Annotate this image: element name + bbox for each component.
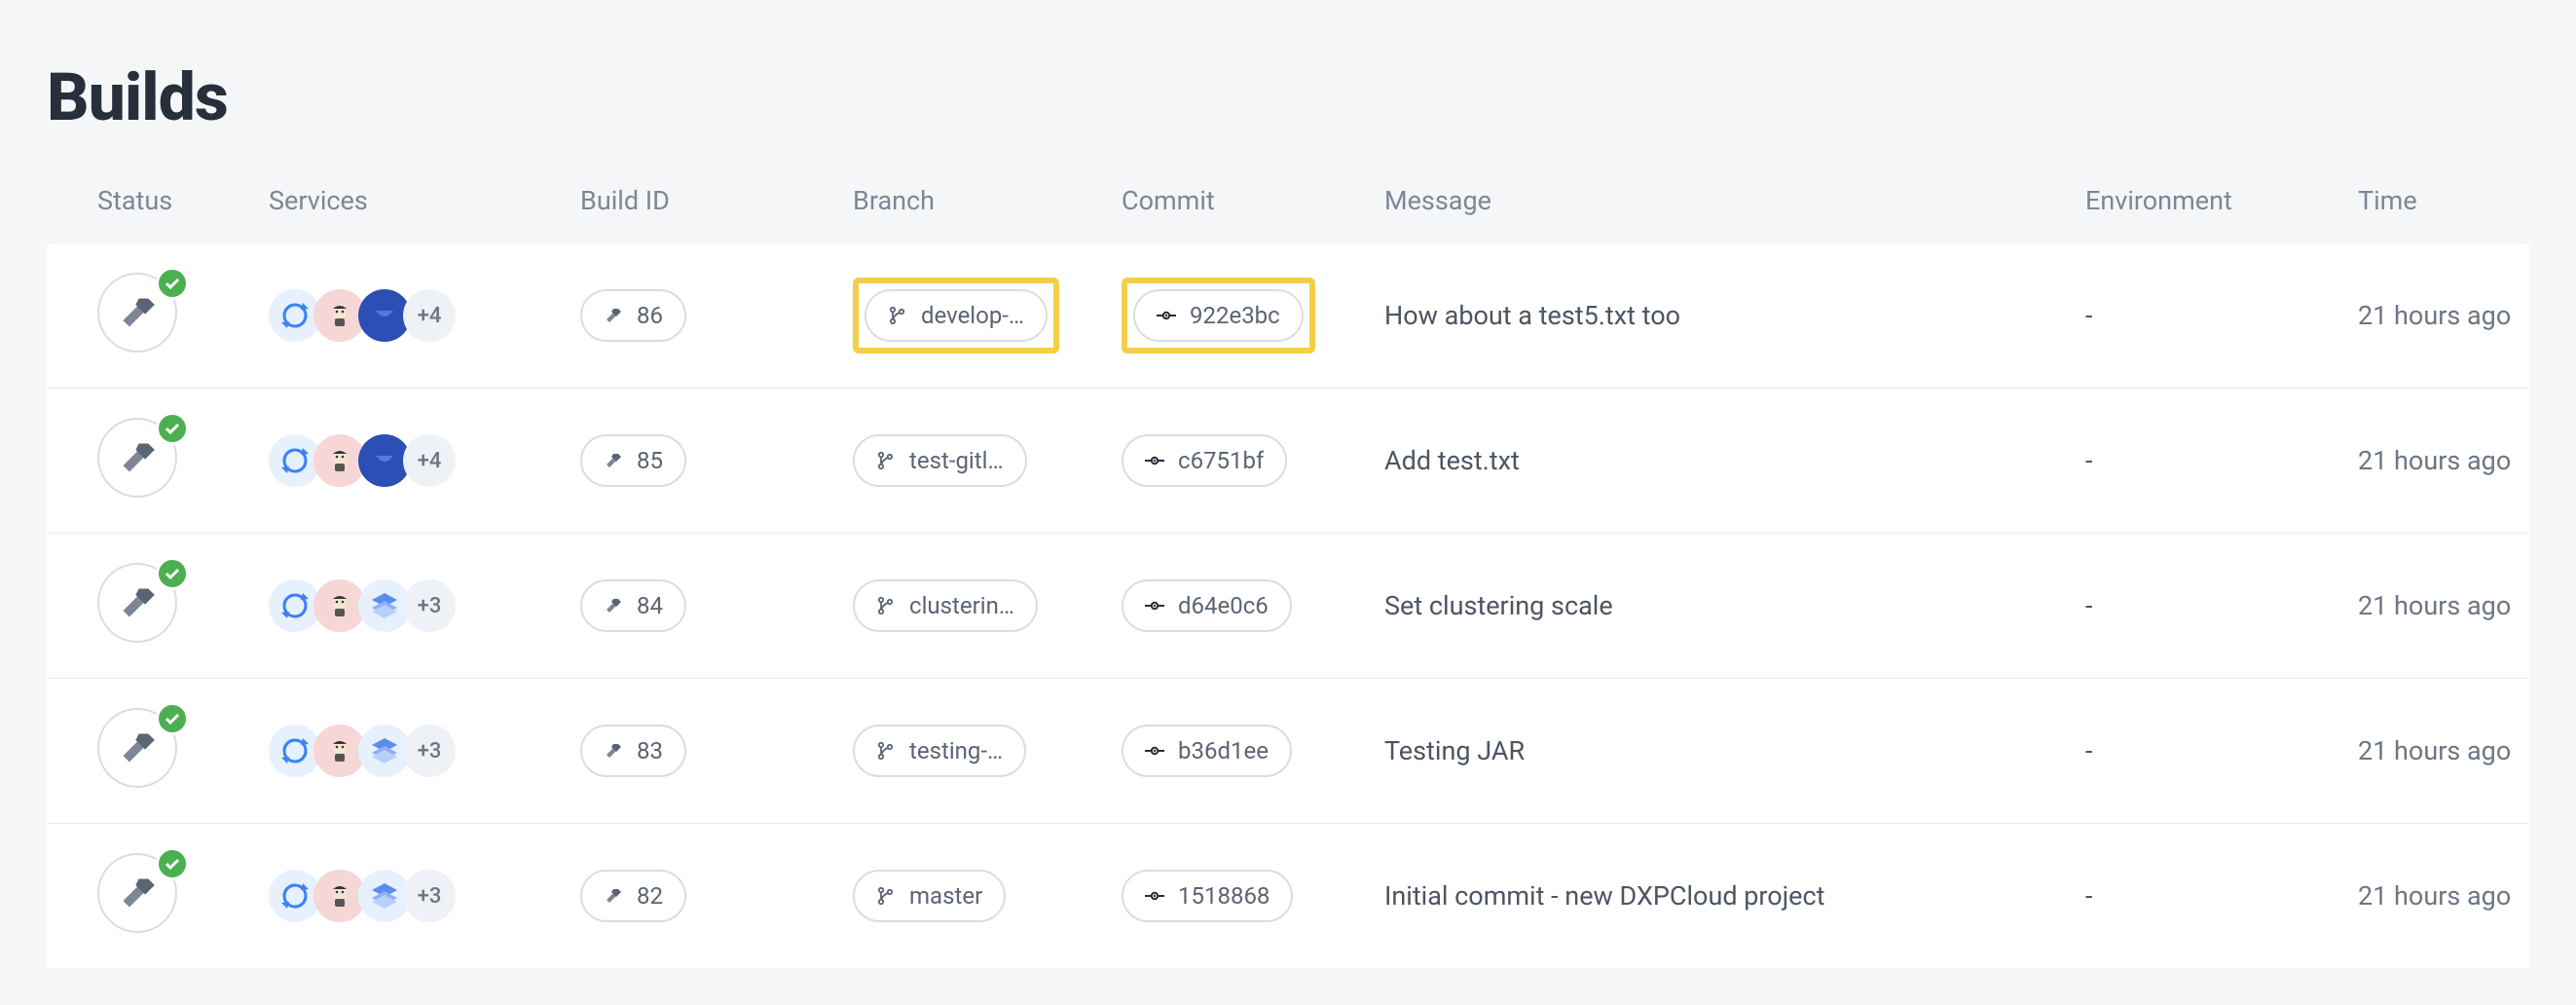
- branch-pill[interactable]: master: [853, 870, 1006, 922]
- table-row[interactable]: +3 84 clusterin… d64e0c6 Set clustering …: [47, 534, 2529, 679]
- hammer-icon: [604, 451, 623, 470]
- col-commit: Commit: [1122, 185, 1384, 216]
- status-success-icon: [156, 267, 189, 300]
- build-id-value: 86: [637, 302, 663, 329]
- commit-icon: [1145, 596, 1164, 615]
- col-message: Message: [1384, 185, 2085, 216]
- table-header-row: Status Services Build ID Branch Commit M…: [47, 185, 2529, 243]
- environment-value: -: [2085, 590, 2358, 621]
- services-more-count[interactable]: +4: [403, 434, 456, 487]
- commit-icon: [1145, 886, 1164, 906]
- services-stack[interactable]: +3: [269, 870, 580, 922]
- build-id-value: 82: [637, 882, 663, 910]
- branch-name: clusterin…: [909, 592, 1014, 619]
- commit-message: Testing JAR: [1384, 735, 2085, 766]
- environment-value: -: [2085, 300, 2358, 331]
- commit-icon: [1145, 741, 1164, 761]
- services-stack[interactable]: +4: [269, 434, 580, 487]
- build-id-pill[interactable]: 82: [580, 870, 686, 922]
- branch-pill[interactable]: clusterin…: [853, 579, 1038, 632]
- services-more-count[interactable]: +3: [403, 870, 456, 922]
- branch-icon: [876, 886, 896, 906]
- hammer-icon: [604, 741, 623, 761]
- hammer-icon: [604, 306, 623, 325]
- hammer-icon: [604, 596, 623, 615]
- time-value: 21 hours ago: [2358, 590, 2576, 621]
- time-value: 21 hours ago: [2358, 880, 2576, 912]
- col-services: Services: [269, 185, 580, 216]
- build-id-pill[interactable]: 83: [580, 725, 686, 777]
- branch-highlight: develop-…: [853, 278, 1059, 354]
- build-id-value: 83: [637, 737, 663, 764]
- build-id-pill[interactable]: 86: [580, 289, 686, 342]
- commit-pill[interactable]: b36d1ee: [1122, 725, 1292, 777]
- status-cell: [97, 273, 183, 358]
- environment-value: -: [2085, 880, 2358, 912]
- environment-value: -: [2085, 735, 2358, 766]
- time-value: 21 hours ago: [2358, 735, 2576, 766]
- branch-icon: [876, 451, 896, 470]
- branch-name: testing-…: [909, 737, 1003, 764]
- services-more-count[interactable]: +3: [403, 579, 456, 632]
- branch-icon: [876, 741, 896, 761]
- build-id-pill[interactable]: 85: [580, 434, 686, 487]
- commit-hash: d64e0c6: [1178, 592, 1269, 619]
- commit-message: Add test.txt: [1384, 445, 2085, 476]
- commit-pill[interactable]: 1518868: [1122, 870, 1293, 922]
- commit-hash: 1518868: [1178, 882, 1270, 910]
- build-id-pill[interactable]: 84: [580, 579, 686, 632]
- branch-pill[interactable]: testing-…: [853, 725, 1026, 777]
- status-cell: [97, 563, 183, 649]
- commit-pill[interactable]: 922e3bc: [1133, 289, 1304, 342]
- status-cell: [97, 708, 183, 794]
- branch-name: master: [909, 882, 982, 910]
- status-cell: [97, 418, 183, 503]
- status-success-icon: [156, 702, 189, 735]
- time-value: 21 hours ago: [2358, 300, 2576, 331]
- services-more-count[interactable]: +4: [403, 289, 456, 342]
- commit-hash: c6751bf: [1178, 447, 1264, 474]
- commit-icon: [1157, 306, 1176, 325]
- status-success-icon: [156, 557, 189, 590]
- branch-pill[interactable]: develop-…: [865, 289, 1048, 342]
- build-id-value: 84: [637, 592, 663, 619]
- time-value: 21 hours ago: [2358, 445, 2576, 476]
- commit-hash: 922e3bc: [1190, 302, 1280, 329]
- status-success-icon: [156, 847, 189, 880]
- status-cell: [97, 853, 183, 939]
- commit-message: Set clustering scale: [1384, 590, 2085, 621]
- build-id-value: 85: [637, 447, 663, 474]
- services-stack[interactable]: +3: [269, 579, 580, 632]
- page-title: Builds: [47, 58, 2529, 136]
- col-time: Time: [2358, 185, 2576, 216]
- branch-name: develop-…: [921, 302, 1024, 329]
- col-status: Status: [97, 185, 269, 216]
- branch-icon: [876, 596, 896, 615]
- commit-message: Initial commit - new DXPCloud project: [1384, 880, 2085, 912]
- services-stack[interactable]: +3: [269, 725, 580, 777]
- table-row[interactable]: +3 83 testing-… b36d1ee Testing JAR-21 h…: [47, 679, 2529, 824]
- table-row[interactable]: +4 85 test-gitl… c6751bf Add test.txt-21…: [47, 389, 2529, 534]
- commit-pill[interactable]: c6751bf: [1122, 434, 1287, 487]
- col-environment: Environment: [2085, 185, 2358, 216]
- services-stack[interactable]: +4: [269, 289, 580, 342]
- table-row[interactable]: +3 82 master 1518868 Initial commit - ne…: [47, 824, 2529, 968]
- col-branch: Branch: [853, 185, 1122, 216]
- col-build-id: Build ID: [580, 185, 853, 216]
- commit-highlight: 922e3bc: [1122, 278, 1315, 354]
- branch-icon: [888, 306, 907, 325]
- services-more-count[interactable]: +3: [403, 725, 456, 777]
- branch-pill[interactable]: test-gitl…: [853, 434, 1027, 487]
- status-success-icon: [156, 412, 189, 445]
- builds-table: +4 86 develop-… 922e3bc How about a test…: [47, 243, 2529, 968]
- commit-hash: b36d1ee: [1178, 737, 1269, 764]
- commit-icon: [1145, 451, 1164, 470]
- commit-pill[interactable]: d64e0c6: [1122, 579, 1292, 632]
- environment-value: -: [2085, 445, 2358, 476]
- hammer-icon: [604, 886, 623, 906]
- branch-name: test-gitl…: [909, 447, 1004, 474]
- table-row[interactable]: +4 86 develop-… 922e3bc How about a test…: [47, 243, 2529, 389]
- commit-message: How about a test5.txt too: [1384, 300, 2085, 331]
